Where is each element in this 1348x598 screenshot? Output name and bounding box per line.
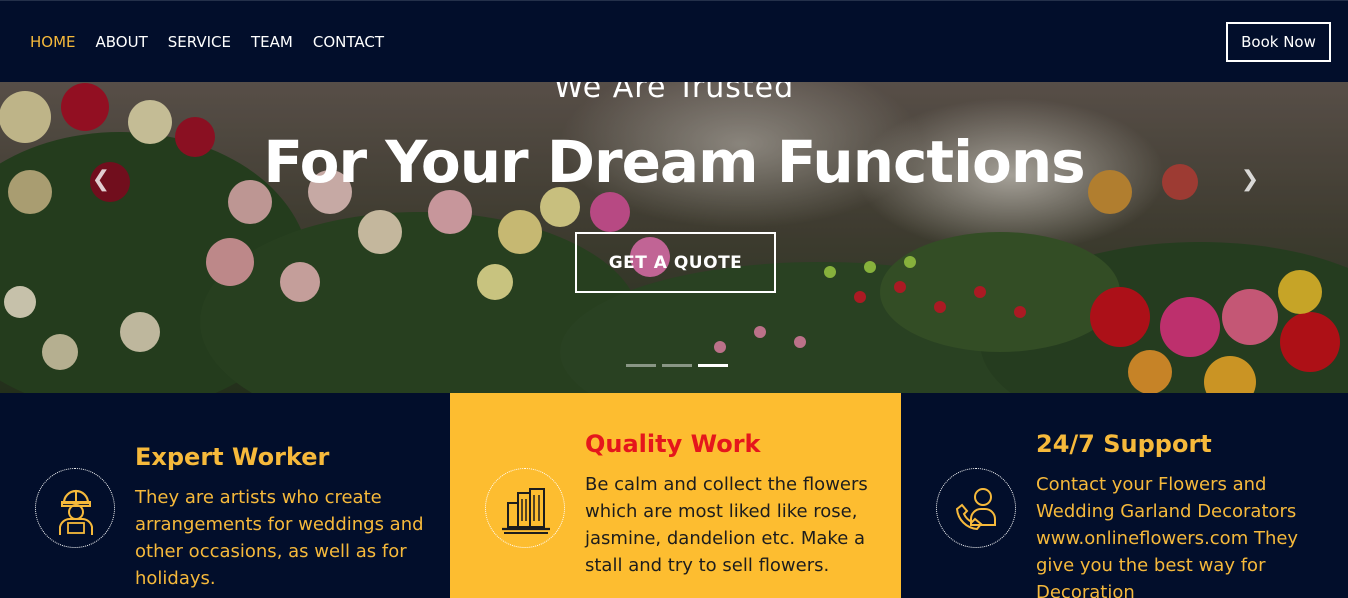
- feature-title: Expert Worker: [135, 443, 330, 471]
- nav-about-link[interactable]: ABOUT: [96, 33, 148, 51]
- hero-carousel: We Are Trusted For Your Dream Functions …: [0, 82, 1348, 393]
- feature-expert-worker: Expert Worker They are artists who creat…: [0, 393, 450, 598]
- feature-icon-circle: [485, 468, 565, 548]
- nav-team-link[interactable]: TEAM: [251, 33, 293, 51]
- feature-support: 24/7 Support Contact your Flowers and We…: [901, 393, 1348, 598]
- feature-quality-work: Quality Work Be calm and collect the flo…: [450, 393, 901, 598]
- feature-title: Quality Work: [585, 430, 761, 458]
- top-navbar: HOME ABOUT SERVICE TEAM CONTACT Book Now: [0, 0, 1348, 82]
- feature-text: They are artists who create arrangements…: [135, 487, 424, 589]
- hero-subtitle: We Are Trusted: [553, 82, 795, 105]
- feature-text: Be calm and collect the flowers which ar…: [585, 474, 868, 576]
- feature-text: Contact your Flowers and Wedding Garland…: [1036, 474, 1299, 598]
- carousel-indicators: [626, 364, 728, 367]
- carousel-indicator-2[interactable]: [662, 364, 692, 367]
- nav-links: HOME ABOUT SERVICE TEAM CONTACT: [30, 33, 404, 51]
- features-section: Expert Worker They are artists who creat…: [0, 393, 1348, 598]
- feature-title: 24/7 Support: [1036, 430, 1212, 458]
- get-quote-button[interactable]: GET A QUOTE: [575, 232, 776, 293]
- nav-contact-link[interactable]: CONTACT: [313, 33, 384, 51]
- carousel-indicator-3[interactable]: [698, 364, 728, 367]
- hero-title: For Your Dream Functions: [263, 128, 1085, 196]
- book-now-button[interactable]: Book Now: [1226, 22, 1331, 62]
- nav-home-link[interactable]: HOME: [30, 33, 76, 51]
- chevron-right-icon[interactable]: ❯: [1238, 168, 1262, 192]
- support-phone-icon: [955, 488, 996, 531]
- buildings-icon: [502, 488, 550, 534]
- chevron-left-icon[interactable]: ❮: [89, 168, 113, 192]
- page: HOME ABOUT SERVICE TEAM CONTACT Book Now: [0, 0, 1348, 598]
- worker-icon: [59, 489, 93, 535]
- feature-icon-circle: [35, 468, 115, 548]
- nav-service-link[interactable]: SERVICE: [168, 33, 231, 51]
- carousel-indicator-1[interactable]: [626, 364, 656, 367]
- feature-icon-circle: [936, 468, 1016, 548]
